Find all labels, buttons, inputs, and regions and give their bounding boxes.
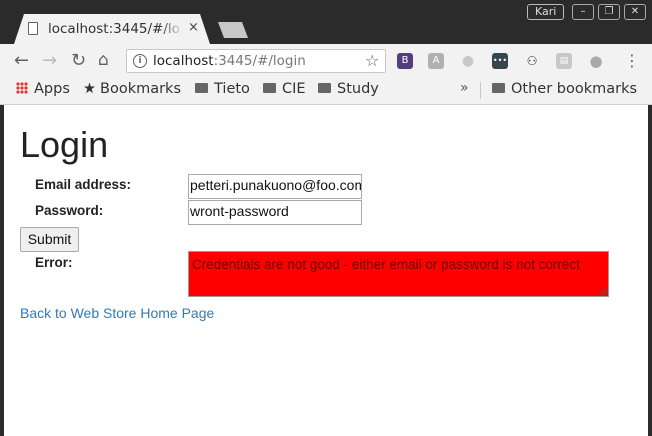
close-window-button[interactable]: ✕ (624, 4, 646, 20)
minimize-button[interactable]: – (572, 4, 594, 20)
bookmarks-divider (480, 82, 481, 99)
balloon-extension-icon[interactable]: ● (588, 53, 604, 69)
bookmark-folder-tieto[interactable]: Tieto (195, 81, 250, 97)
error-label: Error: (35, 255, 73, 270)
bookmark-star-icon[interactable]: ☆ (365, 51, 379, 70)
bookmarks-bar: Apps ★ Bookmarks Tieto CIE Study » Other … (0, 78, 652, 105)
bookmark-bookmarks[interactable]: ★ Bookmarks (83, 81, 181, 97)
folder-icon (318, 83, 331, 93)
folder-icon (263, 83, 276, 93)
email-label: Email address: (35, 177, 132, 192)
page-icon (28, 22, 38, 35)
menu-icon[interactable]: ⋮ (624, 51, 640, 70)
bookmark-folder-other[interactable]: Other bookmarks (492, 81, 637, 97)
new-tab-button[interactable] (218, 22, 248, 38)
bookmark-apps[interactable]: Apps (16, 81, 70, 97)
title-bar: localhost:3445/#/lo × Kari – ❐ ✕ (0, 0, 652, 44)
url-text[interactable]: localhost:3445/#/login (153, 53, 306, 69)
folder-icon (195, 83, 208, 93)
apps-grid-icon (16, 82, 28, 94)
submit-button[interactable]: Submit (20, 227, 79, 252)
maximize-button[interactable]: ❐ (598, 4, 620, 20)
info-icon[interactable]: i (133, 54, 147, 68)
page-title: Login (20, 124, 109, 165)
tab-close-icon[interactable]: × (188, 20, 199, 35)
home-icon[interactable]: ⌂ (98, 50, 109, 70)
angular-extension-icon[interactable]: A (428, 53, 444, 69)
profile-button[interactable]: Kari (527, 4, 565, 20)
resize-handle-icon[interactable] (600, 288, 607, 295)
chat-extension-icon[interactable]: ▤ (556, 53, 572, 69)
error-message-textarea[interactable]: Credentials are not good - either email … (188, 251, 609, 297)
browser-tab[interactable]: localhost:3445/#/lo × (14, 14, 210, 44)
bookmark-folder-cie[interactable]: CIE (263, 81, 306, 97)
bookmarks-overflow-chevron[interactable]: » (460, 80, 469, 96)
bootstrap-extension-icon[interactable]: B (397, 53, 413, 69)
back-arrow-icon[interactable]: ← (14, 50, 29, 71)
email-field[interactable]: petteri.punakuono@foo.com (188, 174, 362, 199)
star-icon: ★ (83, 81, 96, 97)
password-field[interactable]: wront-password (188, 200, 362, 225)
tab-title: localhost:3445/#/lo (48, 21, 184, 37)
forward-arrow-icon[interactable]: → (42, 50, 57, 71)
reload-icon[interactable]: ↻ (71, 50, 86, 71)
back-to-store-link[interactable]: Back to Web Store Home Page (20, 305, 214, 321)
dots-extension-icon[interactable]: ••• (492, 53, 508, 69)
page-content: Login Email address: petteri.punakuono@f… (4, 105, 648, 436)
address-bar[interactable]: i localhost:3445/#/login ☆ (126, 49, 386, 73)
person-extension-icon[interactable]: ⚇ (524, 53, 540, 69)
lightbulb-extension-icon[interactable]: ● (460, 53, 476, 69)
password-label: Password: (35, 203, 104, 218)
bookmark-folder-study[interactable]: Study (318, 81, 379, 97)
folder-icon (492, 83, 505, 93)
error-message-text: Credentials are not good - either email … (192, 257, 580, 272)
browser-toolbar: ← → ↻ ⌂ i localhost:3445/#/login ☆ B A ●… (0, 44, 652, 78)
